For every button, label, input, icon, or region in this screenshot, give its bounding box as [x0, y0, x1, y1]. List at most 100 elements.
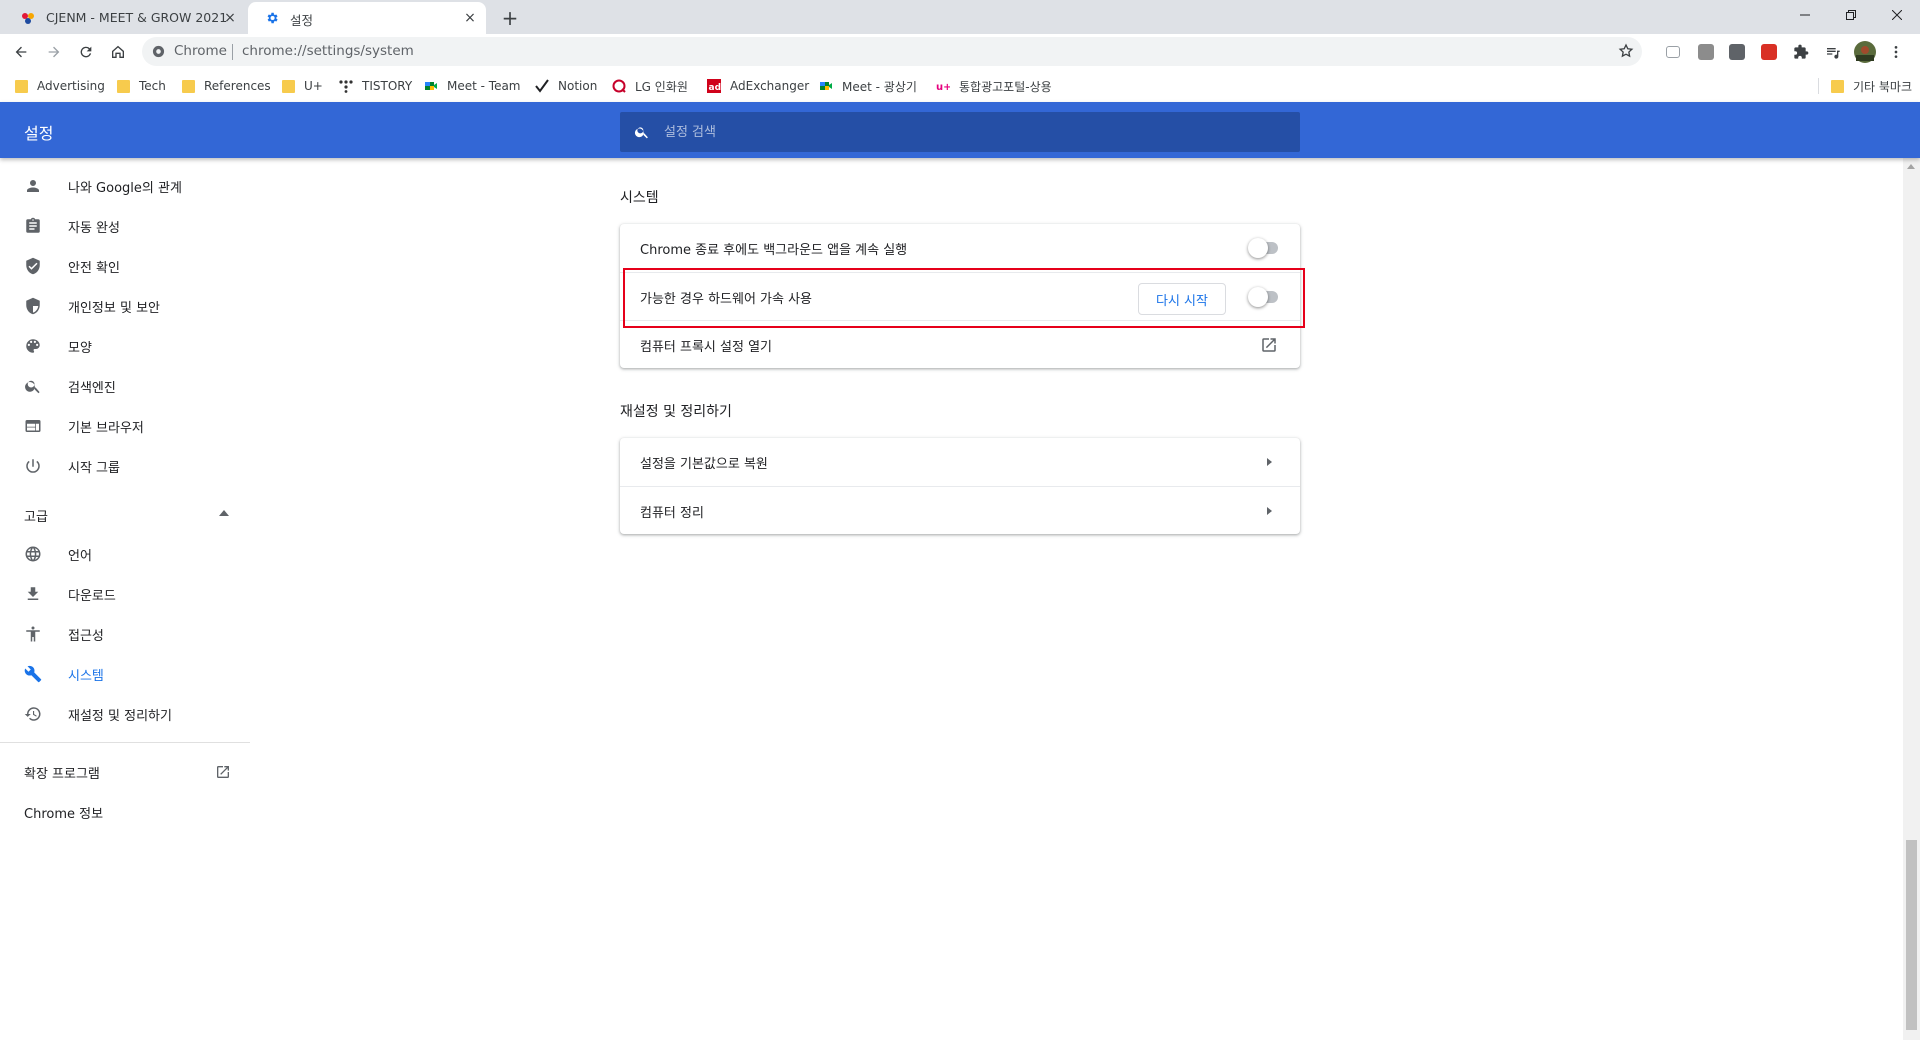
advanced-section-label[interactable]: 고급 [24, 506, 48, 525]
sidebar-item-downloads[interactable]: 다운로드 [0, 574, 250, 614]
more-vert-icon [1894, 46, 1898, 58]
close-tab-icon[interactable]: × [222, 10, 238, 26]
address-bar[interactable]: Chrome chrome://settings/system [142, 37, 1642, 66]
sidebar-item-languages[interactable]: 언어 [0, 534, 250, 574]
reading-list-icon [1827, 48, 1840, 59]
extension-ex-icon[interactable] [1698, 44, 1714, 60]
bookmark-label: Tech [139, 79, 166, 93]
bookmark-advertising[interactable]: Advertising [15, 76, 105, 96]
close-tab-icon[interactable]: × [462, 10, 478, 26]
open-in-new-icon[interactable] [1260, 336, 1278, 354]
sidebar-item-label: 자동 완성 [68, 221, 120, 236]
bookmark-ad-portal[interactable]: u+ 통합광고포털-상용 [936, 76, 1052, 96]
chrome-icon [152, 45, 165, 58]
bookmarks-bar: Advertising Tech References U+ TISTORY M… [0, 70, 1920, 102]
home-button[interactable] [106, 40, 130, 64]
tab-cjenm[interactable]: CJENM - MEET & GROW 2021 × [4, 2, 246, 34]
bookmark-tistory[interactable]: TISTORY [339, 76, 412, 96]
browser-toolbar: Chrome chrome://settings/system [0, 34, 1920, 70]
other-bookmarks[interactable]: 기타 북마크 [1818, 76, 1912, 96]
reload-button[interactable] [74, 40, 98, 64]
arrow-right-icon [1267, 458, 1272, 466]
sidebar-item-label: 다운로드 [68, 589, 116, 604]
omnibox-chrome-label: Chrome [174, 43, 227, 59]
svg-text:ad: ad [709, 83, 722, 93]
sidebar-item-privacy[interactable]: 개인정보 및 보안 [0, 286, 250, 326]
sidebar-divider [0, 742, 250, 743]
section-title-reset: 재설정 및 정리하기 [620, 404, 732, 420]
toggle-knob [1248, 287, 1268, 307]
bookmark-adexchanger[interactable]: ad AdExchanger [707, 76, 809, 96]
restore-button[interactable] [1828, 0, 1874, 30]
restart-button[interactable]: 다시 시작 [1138, 283, 1226, 315]
bookmark-notion[interactable]: Notion [535, 76, 597, 96]
back-button[interactable] [9, 40, 33, 64]
bookmark-meet-team[interactable]: Meet - Team [424, 76, 521, 96]
extension-cast-icon[interactable] [1666, 46, 1680, 58]
scroll-thumb[interactable] [1906, 840, 1917, 1030]
close-window-button[interactable] [1874, 0, 1920, 30]
sidebar-item-label: 접근성 [68, 629, 104, 644]
sidebar-item-label: 언어 [68, 549, 92, 564]
reading-list-button[interactable] [1821, 40, 1845, 64]
system-card: Chrome 종료 후에도 백그라운드 앱을 계속 실행 가능한 경우 하드웨어… [620, 224, 1300, 368]
folder-icon [1831, 79, 1844, 93]
sidebar-item-system[interactable]: 시스템 [0, 654, 250, 694]
bookmark-lg[interactable]: LG 인화원 [612, 76, 688, 96]
clipboard-icon [26, 217, 40, 233]
omnibox-url[interactable]: chrome://settings/system [242, 43, 414, 59]
new-tab-button[interactable]: + [498, 6, 522, 30]
sidebar-item-reset[interactable]: 재설정 및 정리하기 [0, 694, 250, 734]
bookmark-label: References [204, 79, 271, 93]
background-apps-toggle[interactable] [1248, 238, 1278, 258]
download-icon [27, 587, 39, 600]
hardware-accel-row[interactable]: 가능한 경우 하드웨어 가속 사용 다시 시작 [620, 272, 1300, 320]
settings-search[interactable] [620, 112, 1300, 152]
profile-button[interactable] [1853, 40, 1877, 64]
proxy-settings-row[interactable]: 컴퓨터 프록시 설정 열기 [620, 320, 1300, 368]
sidebar-item-search-engine[interactable]: 검색엔진 [0, 366, 250, 406]
background-apps-row[interactable]: Chrome 종료 후에도 백그라운드 앱을 계속 실행 [620, 224, 1300, 272]
minimize-button[interactable] [1782, 0, 1828, 30]
omnibox-separator [232, 44, 233, 60]
search-icon [25, 380, 40, 394]
bookmark-meet-gwang[interactable]: Meet - 광상기 [819, 76, 917, 96]
sidebar-item-accessibility[interactable]: 접근성 [0, 614, 250, 654]
menu-button[interactable] [1884, 40, 1908, 64]
star-icon[interactable] [1618, 43, 1634, 59]
tab-strip: CJENM - MEET & GROW 2021 × 설정 × + [0, 0, 1920, 34]
sidebar-item-autofill[interactable]: 자동 완성 [0, 206, 250, 246]
gear-icon [267, 12, 278, 24]
history-icon [24, 707, 41, 721]
sidebar-item-on-startup[interactable]: 시작 그룹 [0, 446, 250, 486]
tab-settings[interactable]: 설정 × [248, 2, 486, 34]
arrow-left-icon [15, 46, 27, 58]
search-icon [634, 127, 648, 139]
extension-info-icon[interactable] [1729, 44, 1745, 60]
sidebar-item-extensions[interactable]: 확장 프로그램 [0, 752, 250, 792]
bookmarks-divider [1818, 78, 1819, 94]
bookmark-uplus[interactable]: U+ [282, 76, 323, 96]
page-scrollbar[interactable] [1903, 158, 1920, 1040]
extension-forward-icon[interactable] [1761, 44, 1777, 60]
settings-header: 설정 [0, 102, 1920, 158]
uplus-icon: u+ [936, 82, 950, 93]
extensions-button[interactable] [1789, 40, 1813, 64]
chevron-up-icon[interactable] [219, 510, 229, 516]
sidebar-item-default-browser[interactable]: 기본 브라우저 [0, 406, 250, 446]
hardware-accel-label: 가능한 경우 하드웨어 가속 사용 [640, 292, 813, 307]
tab-title: CJENM - MEET & GROW 2021 [46, 10, 228, 25]
sidebar-item-appearance[interactable]: 모양 [0, 326, 250, 366]
bookmark-tech[interactable]: Tech [117, 76, 166, 96]
bookmark-references[interactable]: References [182, 76, 271, 96]
search-input[interactable] [664, 121, 1264, 143]
sidebar-item-about-chrome[interactable]: Chrome 정보 [0, 792, 250, 832]
restore-defaults-row[interactable]: 설정을 기본값으로 복원 [620, 438, 1300, 486]
sidebar-item-you-and-google[interactable]: 나와 Google의 관계 [0, 166, 250, 206]
cleanup-computer-row[interactable]: 컴퓨터 정리 [620, 486, 1300, 534]
hardware-accel-toggle[interactable] [1248, 287, 1278, 307]
forward-button[interactable] [42, 40, 66, 64]
sidebar-item-safety-check[interactable]: 안전 확인 [0, 246, 250, 286]
scroll-up-arrow-icon[interactable] [1907, 164, 1915, 169]
folder-icon [117, 79, 130, 93]
